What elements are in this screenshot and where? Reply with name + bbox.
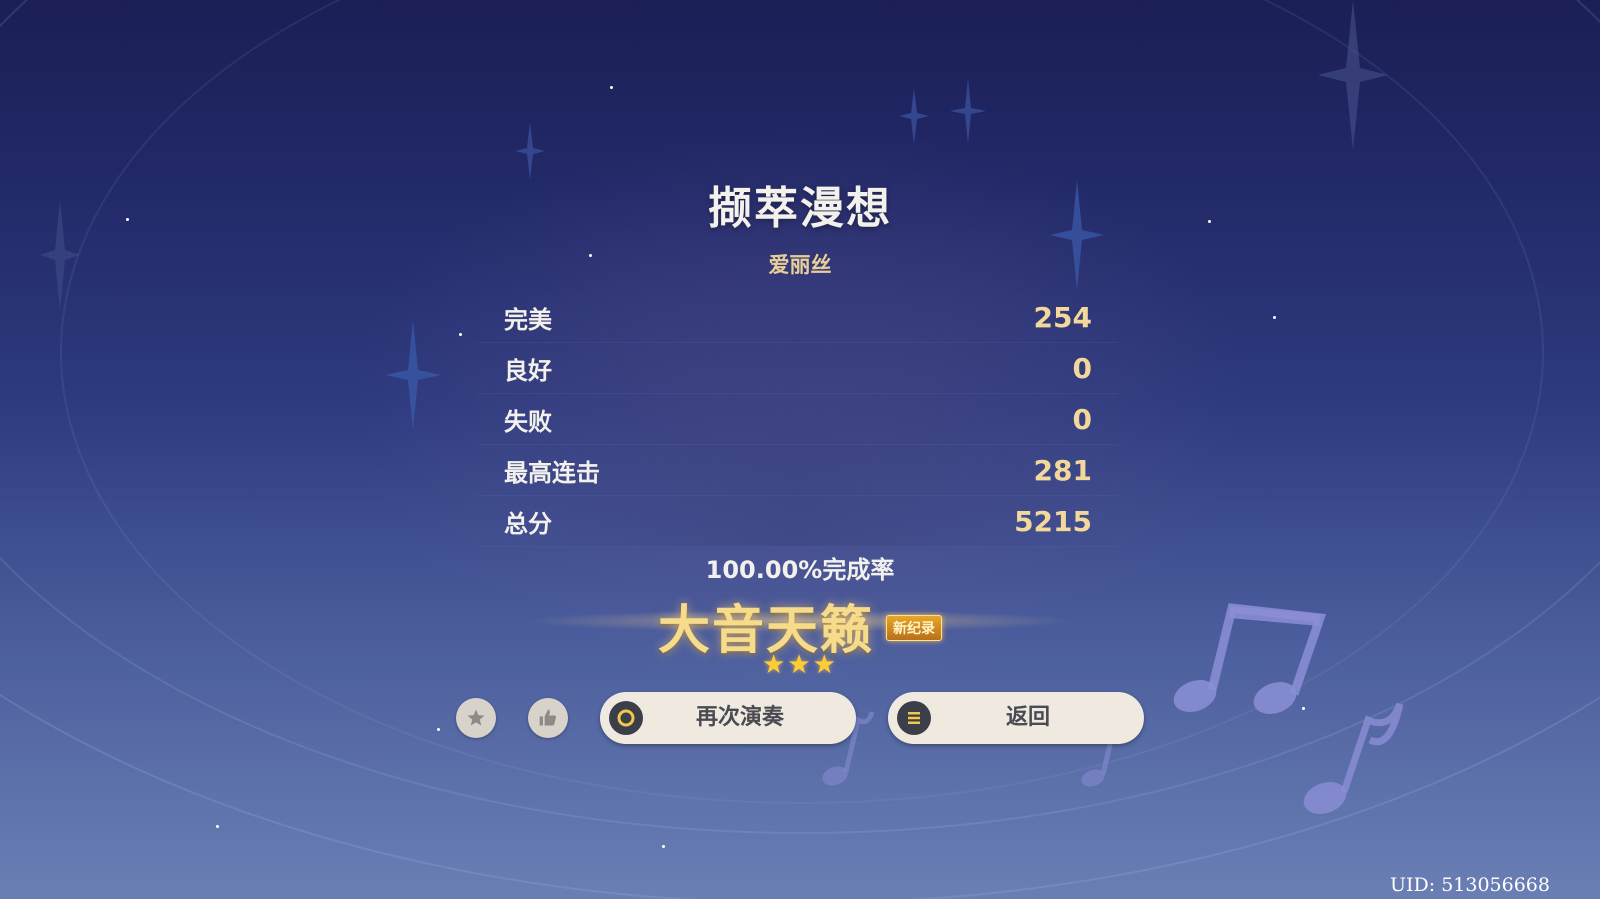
stat-label: 失败 <box>504 407 552 436</box>
stat-row-miss: 失败 0 <box>478 394 1118 445</box>
replay-button[interactable]: 再次演奏 <box>600 692 856 744</box>
stat-label: 良好 <box>504 356 552 385</box>
stat-value: 5215 <box>1014 504 1092 538</box>
replay-label: 再次演奏 <box>695 705 784 730</box>
thumbs-up-icon <box>539 709 556 726</box>
star-dot <box>662 845 665 848</box>
stat-label: 总分 <box>504 509 552 538</box>
back-button[interactable]: 返回 <box>888 692 1144 744</box>
star-dot <box>610 86 613 89</box>
stat-value: 281 <box>1033 453 1092 487</box>
song-title: 撷萃漫想 <box>708 183 892 234</box>
star-dot <box>1273 316 1276 319</box>
sparkle-icon <box>899 88 929 144</box>
back-label: 返回 <box>1005 705 1050 730</box>
stat-row-max-combo: 最高连击 281 <box>478 445 1118 496</box>
star-dot <box>459 333 462 336</box>
stat-value: 0 <box>1072 402 1092 436</box>
star-icon <box>467 709 485 726</box>
star-dot <box>1302 707 1305 710</box>
favorite-button[interactable] <box>456 698 496 738</box>
sparkle-icon <box>385 320 441 430</box>
stats-table: 完美 254 良好 0 失败 0 最高连击 281 总分 5215 <box>478 292 1118 547</box>
new-record-badge: 新纪录 <box>886 614 942 641</box>
rating-stars: ★★★ <box>762 650 838 680</box>
completion-rate: 100.00%完成率 <box>705 556 895 584</box>
result-screen: 撷萃漫想 爱丽丝 完美 254 良好 0 失败 0 最高连击 281 总分 52… <box>0 0 1600 899</box>
stat-label: 最高连击 <box>504 458 600 487</box>
song-artist: 爱丽丝 <box>768 253 832 277</box>
stat-value: 0 <box>1072 351 1092 385</box>
stat-row-good: 良好 0 <box>478 343 1118 394</box>
star-dot <box>216 825 219 828</box>
uid-label: UID: 513056668 <box>1390 874 1550 896</box>
stat-row-total-score: 总分 5215 <box>478 496 1118 547</box>
star-dot <box>437 728 440 731</box>
sparkle-icon <box>1318 0 1388 150</box>
stat-row-perfect: 完美 254 <box>478 292 1118 343</box>
sparkle-icon <box>950 78 986 144</box>
stat-label: 完美 <box>504 305 552 334</box>
music-note-icon <box>1303 702 1404 814</box>
stat-value: 254 <box>1033 300 1092 334</box>
like-button[interactable] <box>528 698 568 738</box>
